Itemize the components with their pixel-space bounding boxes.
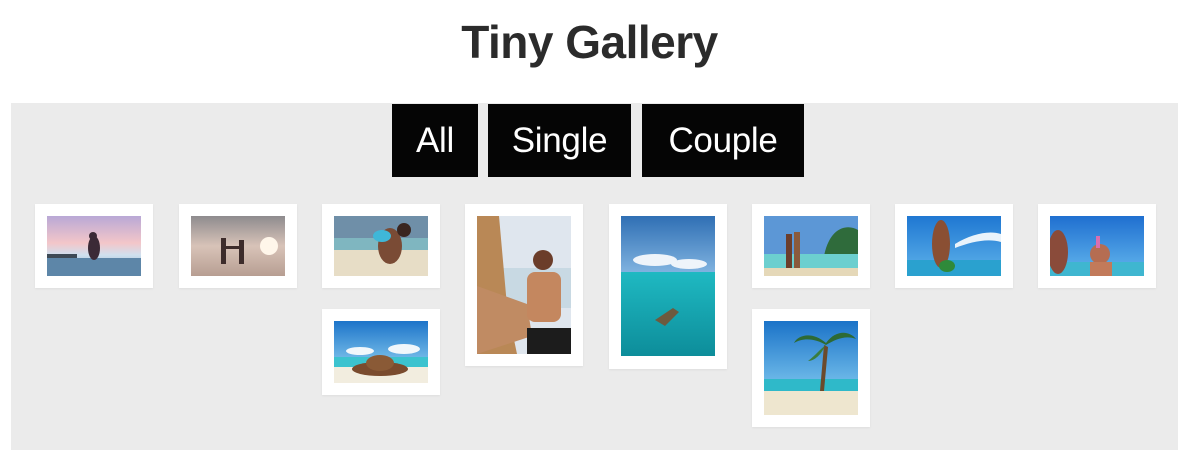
gallery-thumbnail[interactable]	[465, 204, 583, 366]
gallery-thumbnail[interactable]	[752, 309, 870, 427]
couple-embrace-beach-photo	[334, 216, 428, 276]
gallery-thumbnail[interactable]	[1038, 204, 1156, 288]
filter-couple-button[interactable]: Couple	[642, 104, 804, 177]
couple-dancing-beach-sunset-photo	[191, 216, 285, 276]
couple-toast-beach-photo	[1050, 216, 1144, 276]
gallery-thumbnail[interactable]	[895, 204, 1013, 288]
filter-all-button[interactable]: All	[392, 104, 478, 177]
gallery-thumbnail[interactable]	[752, 204, 870, 288]
filter-single-button[interactable]: Single	[488, 104, 631, 177]
gallery-thumbnail[interactable]	[322, 309, 440, 395]
hat-on-sand-beach-photo	[334, 321, 428, 383]
swimmer-turquoise-sea-photo	[621, 216, 715, 356]
page-title: Tiny Gallery	[461, 16, 718, 68]
couple-portrait-beach-photo	[477, 216, 571, 354]
gallery-thumbnail[interactable]	[609, 204, 727, 369]
palm-tree-beach-photo	[764, 321, 858, 415]
couple-in-shallow-water-photo	[764, 216, 858, 276]
gallery-thumbnail[interactable]	[179, 204, 297, 288]
gallery-thumbnail[interactable]	[322, 204, 440, 288]
woman-bikini-beach-photo	[907, 216, 1001, 276]
gallery-thumbnail[interactable]	[35, 204, 153, 288]
couple-silhouette-sunset-photo	[47, 216, 141, 276]
